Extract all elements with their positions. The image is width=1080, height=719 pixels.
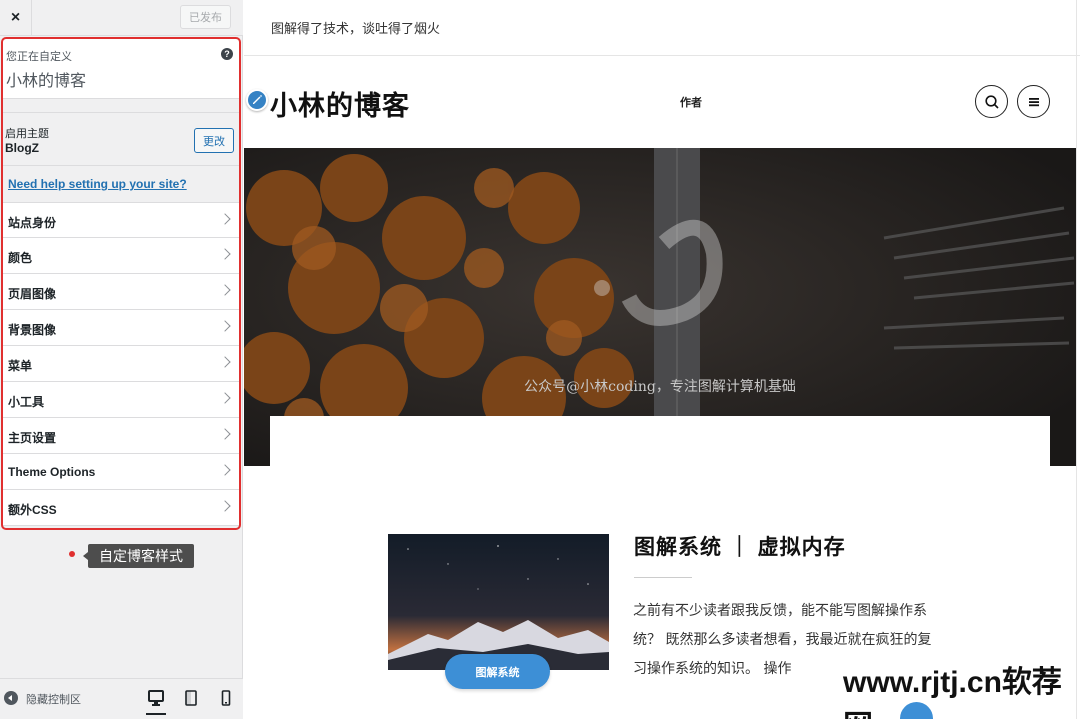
panel-label: 菜单	[8, 359, 33, 373]
hamburger-icon	[1028, 97, 1039, 106]
customizing-label: 您正在自定义	[6, 51, 72, 63]
site-title[interactable]: 小林的博客	[270, 84, 410, 123]
annotation-tooltip: 自定博客样式	[83, 544, 194, 568]
panel-homepage-settings[interactable]: 主页设置	[3, 418, 239, 454]
chevron-right-icon	[219, 213, 231, 225]
panel-widgets[interactable]: 小工具	[3, 382, 239, 418]
mobile-icon[interactable]	[216, 689, 236, 707]
active-theme-label: 启用主题	[5, 128, 49, 140]
panel-header-image[interactable]: 页眉图像	[3, 274, 239, 310]
panel-label: 颜色	[8, 251, 33, 265]
active-theme-name: BlogZ	[5, 141, 39, 155]
customizer-sidebar: × 已发布 您正在自定义 ? 小林的博客 启用主题 BlogZ 更改 Need …	[0, 0, 243, 719]
watermark-logo: www.rjtj.cn软荐网	[843, 666, 1062, 719]
chevron-right-icon	[219, 320, 231, 332]
chevron-right-icon	[219, 500, 231, 512]
preview-right-edge	[1076, 0, 1077, 719]
nav-item-author[interactable]: 作者	[680, 94, 702, 110]
collapse-icon[interactable]	[4, 691, 18, 705]
panel-label: 小工具	[8, 395, 45, 409]
customizer-footer: 隐藏控制区	[0, 678, 243, 719]
site-tagline: 图解得了技术，谈吐得了烟火	[271, 22, 441, 37]
panel-label: Theme Options	[8, 465, 96, 479]
close-customizer-button[interactable]: ×	[0, 0, 32, 35]
customizing-site-title: 小林的博客	[6, 73, 87, 90]
desktop-icon[interactable]	[146, 689, 166, 715]
tagline-bar: 图解得了技术，谈吐得了烟火	[244, 0, 1080, 56]
post-category-button[interactable]: 图解系统	[445, 654, 550, 689]
chevron-right-icon	[219, 248, 231, 260]
active-theme-section: 启用主题 BlogZ 更改	[3, 112, 239, 166]
panel-theme-options[interactable]: Theme Options	[3, 454, 239, 490]
panel-additional-css[interactable]: 额外CSS	[3, 490, 239, 526]
panel-label: 额外CSS	[8, 503, 57, 517]
panel-background-image[interactable]: 背景图像	[3, 310, 239, 346]
chevron-right-icon	[219, 428, 231, 440]
panel-label: 站点身份	[8, 216, 57, 230]
customizing-info: 您正在自定义 ? 小林的博客	[3, 39, 239, 99]
panel-label: 页眉图像	[8, 287, 57, 301]
edit-pencil-icon[interactable]	[246, 89, 268, 111]
post-thumbnail[interactable]	[388, 534, 609, 670]
publish-button[interactable]: 已发布	[180, 5, 231, 29]
collapse-sidebar-button[interactable]: 隐藏控制区	[26, 691, 81, 707]
menu-button[interactable]	[1017, 85, 1050, 118]
hero-caption: 公众号@小林coding，专注图解计算机基础	[524, 379, 796, 395]
chevron-right-icon	[219, 356, 231, 368]
panel-label: 背景图像	[8, 323, 57, 337]
post-title[interactable]: 图解系统 ｜ 虚拟内存	[634, 531, 846, 561]
setup-help-link[interactable]: Need help setting up your site?	[8, 177, 187, 191]
customizer-menu: 站点身份 颜色 页眉图像 背景图像 菜单 小工具 主页设置 Theme Opti…	[3, 202, 239, 526]
tablet-icon[interactable]	[181, 689, 201, 707]
panel-label: 主页设置	[8, 431, 57, 445]
search-icon	[984, 94, 999, 109]
chevron-right-icon	[219, 392, 231, 404]
help-icon[interactable]: ?	[221, 48, 233, 60]
chevron-right-icon	[219, 284, 231, 296]
chevron-right-icon	[219, 464, 231, 476]
annotation-dot	[69, 551, 75, 557]
search-button[interactable]	[975, 85, 1008, 118]
panel-colors[interactable]: 颜色	[3, 238, 239, 274]
customizer-topbar: × 已发布	[0, 0, 243, 36]
title-divider	[634, 577, 692, 578]
site-preview: 图解得了技术，谈吐得了烟火 小林的博客 作者 公众号@小林coding，专注图解…	[244, 0, 1080, 719]
change-theme-button[interactable]: 更改	[194, 128, 234, 153]
panel-site-identity[interactable]: 站点身份	[3, 202, 239, 238]
panel-menus[interactable]: 菜单	[3, 346, 239, 382]
